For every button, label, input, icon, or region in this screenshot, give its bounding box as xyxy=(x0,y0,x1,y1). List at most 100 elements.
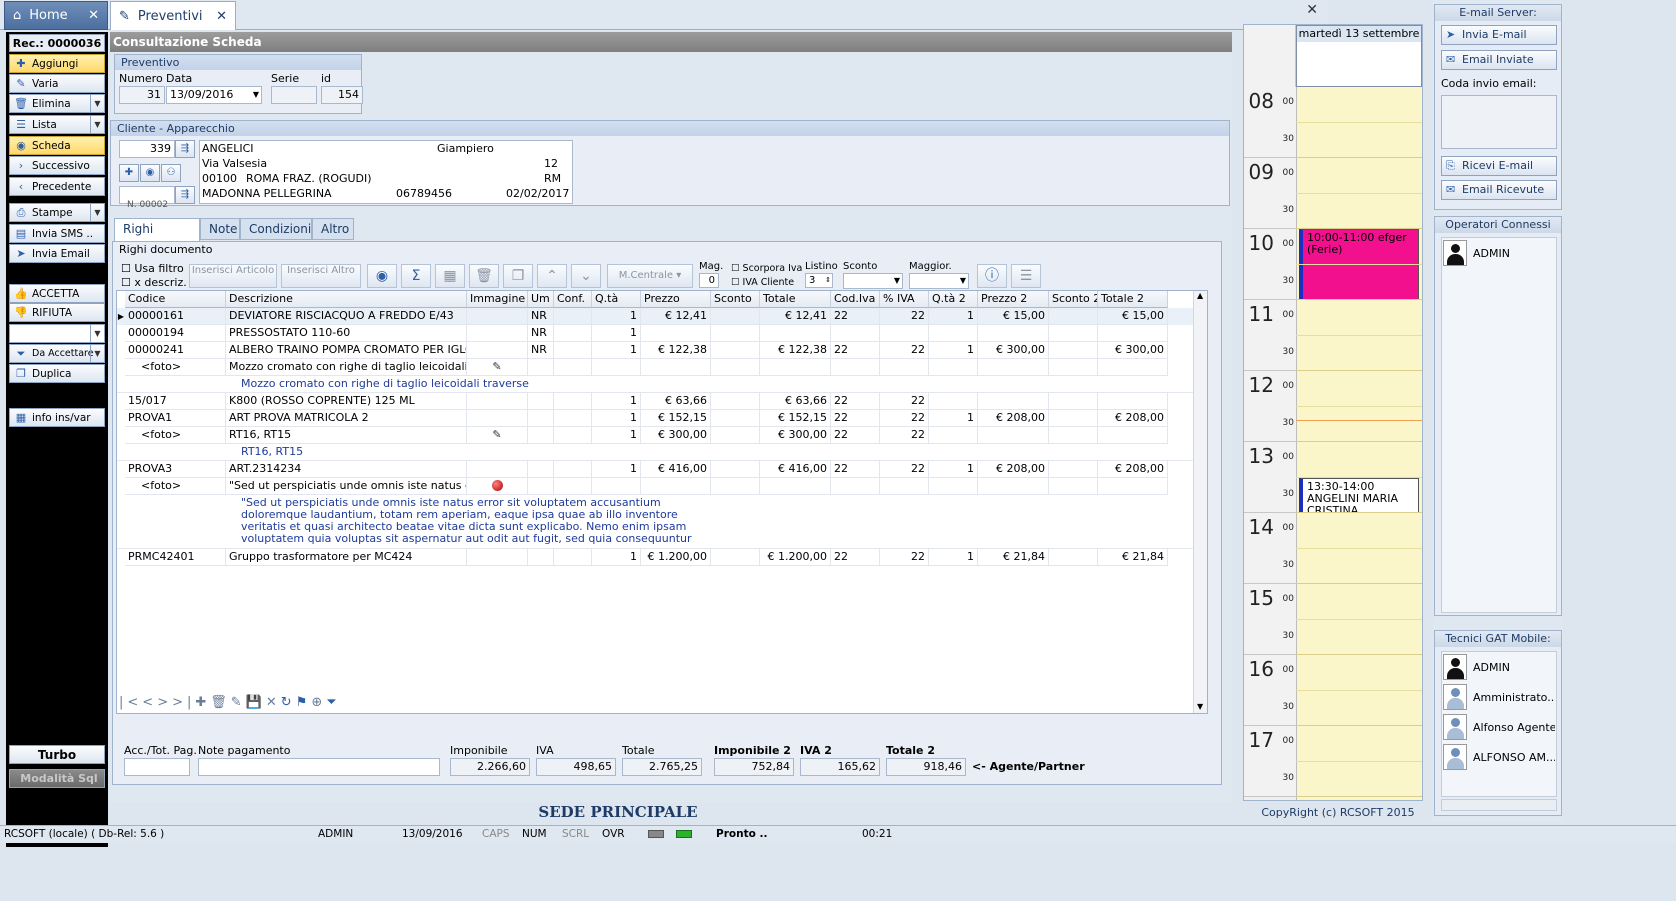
target-icon[interactable]: ⊕ xyxy=(311,695,326,710)
arrow-down-icon[interactable]: ⌄ xyxy=(571,264,601,288)
column-header-piva[interactable]: % IVA xyxy=(880,291,929,308)
tab-home[interactable]: ⌂ Home ✕ xyxy=(4,1,108,30)
bookmark-icon[interactable]: ⚑ xyxy=(296,695,312,710)
column-header-totale2[interactable]: Totale 2 xyxy=(1098,291,1168,308)
scroll-down-icon[interactable]: ▼ xyxy=(1197,702,1203,711)
column-header-um[interactable]: Um xyxy=(528,291,554,308)
grid-icon[interactable]: ▦ xyxy=(435,264,465,288)
last-record-icon[interactable]: >| xyxy=(172,695,195,710)
duplica-button[interactable]: ❐ Duplica xyxy=(9,364,105,383)
scheda-button[interactable]: ◉ Scheda xyxy=(9,136,105,155)
column-header-qta[interactable]: Q.tà xyxy=(592,291,641,308)
table-row[interactable]: 00000194 PRESSOSTATO 110-60 NR 1 xyxy=(117,325,1193,342)
table-row[interactable]: 00000241 ALBERO TRAINO POMPA CROMATO PER … xyxy=(117,342,1193,359)
chevron-down-icon[interactable]: ▼ xyxy=(90,325,104,342)
note-pagamento-field[interactable] xyxy=(198,758,440,776)
m-centrale-button[interactable]: M.Centrale ▾ xyxy=(607,264,693,288)
refresh-icon[interactable]: ↻ xyxy=(281,695,296,710)
x-descriz-checkbox[interactable]: ☐ x descriz. xyxy=(121,276,187,289)
column-header-sconto2[interactable]: Sconto 2 xyxy=(1049,291,1098,308)
stampe-button[interactable]: ⎙ Stampe ▼ xyxy=(9,203,105,222)
numero-field[interactable]: 31 xyxy=(119,86,165,104)
chevron-down-icon[interactable]: ▼ xyxy=(90,95,104,112)
help-icon[interactable]: ⓘ xyxy=(977,264,1007,288)
menu-icon[interactable]: ☰ xyxy=(1011,264,1041,288)
inserisci-articolo-button[interactable]: Inserisci Articolo xyxy=(189,264,277,288)
next-record-icon[interactable]: > xyxy=(157,695,172,710)
precedente-button[interactable]: ‹ Precedente xyxy=(9,177,105,196)
chevron-down-icon[interactable]: ▼ xyxy=(90,345,104,362)
sum-icon[interactable]: Σ xyxy=(401,264,431,288)
invia-sms-button[interactable]: ▤ Invia SMS .. xyxy=(9,224,105,243)
varia-button[interactable]: ✎ Varia xyxy=(9,74,105,93)
elimina-button[interactable]: 🗑 Elimina ▼ xyxy=(9,94,105,113)
column-header-qta2[interactable]: Q.tà 2 xyxy=(929,291,978,308)
usa-filtro-checkbox[interactable]: ☐ Usa filtro xyxy=(121,262,184,275)
search-apparecchio-icon[interactable]: ⇶ xyxy=(175,186,195,204)
turbo-button[interactable]: Turbo xyxy=(9,745,105,764)
cliente-code-field[interactable]: 339 xyxy=(119,140,175,158)
mag-field[interactable]: 0 xyxy=(699,273,719,288)
user-icon[interactable]: ⚇ xyxy=(161,164,181,182)
operatore-item[interactable]: ADMIN xyxy=(1443,239,1555,267)
chevron-down-icon[interactable]: ▼ xyxy=(90,116,104,133)
delete-icon[interactable]: 🗑 xyxy=(210,695,231,710)
first-record-icon[interactable]: |< xyxy=(119,695,142,710)
accetta-button[interactable]: 👍 ACCETTA xyxy=(9,284,105,303)
table-row[interactable]: PRMC42401 Gruppo trasformatore per MC424 1… xyxy=(117,549,1193,566)
tecnico-item[interactable]: Alfonso Agente xyxy=(1443,713,1555,741)
invia-email-button[interactable]: ➤ Invia Email xyxy=(9,244,105,263)
column-header-prezzo[interactable]: Prezzo xyxy=(641,291,711,308)
table-row[interactable]: <foto> RT16, RT15 ✎ 1 € 300,00 € 300,00 22 22 xyxy=(117,427,1193,444)
table-row[interactable]: PROVA1 ART PROVA MATRICOLA 2 1 € 152,15 € 15… xyxy=(117,410,1193,427)
tecnico-item[interactable]: ALFONSO AM... xyxy=(1443,743,1555,771)
tab-altro[interactable]: Altro xyxy=(312,218,354,240)
ricevi-email-button[interactable]: ⎘ Ricevi E-mail xyxy=(1441,156,1557,176)
column-header-immagine[interactable]: Immagine xyxy=(467,291,528,308)
rifiuta-button[interactable]: 👎 RIFIUTA xyxy=(9,303,105,322)
data-field[interactable]: 13/09/2016 ▼ xyxy=(166,86,262,104)
filter-icon[interactable]: ⏷ xyxy=(326,695,340,710)
aggiungi-button[interactable]: ✚ Aggiungi xyxy=(9,54,105,73)
email-ricevute-button[interactable]: ✉ Email Ricevute xyxy=(1441,180,1557,200)
cancel-icon[interactable]: ✕ xyxy=(266,695,281,710)
column-header-totale[interactable]: Totale xyxy=(760,291,831,308)
chevron-down-icon[interactable]: ▼ xyxy=(90,204,104,221)
spinner-icon[interactable]: ⇕ xyxy=(825,274,831,287)
column-header-codiva[interactable]: Cod.Iva xyxy=(831,291,880,308)
column-header-descrizione[interactable]: Descrizione xyxy=(226,291,467,308)
email-inviate-button[interactable]: ✉ Email Inviate xyxy=(1441,50,1557,70)
tab-preventivi[interactable]: ✎ Preventivi ✕ xyxy=(110,1,236,30)
chevron-down-icon[interactable]: ▼ xyxy=(253,87,259,103)
trash-icon[interactable]: 🗑 xyxy=(469,264,499,288)
table-row[interactable]: ▶ 00000161 DEVIATORE RISCIACQUO A FREDDO E… xyxy=(117,308,1193,325)
table-row[interactable]: <foto> "Sed ut perspiciatis unde omnis is… xyxy=(117,478,1193,495)
calendar-event[interactable]: 13:30-14:00 ANGELINI MARIA CRISTINA xyxy=(1299,478,1419,513)
tab-righi-articoli[interactable]: Righi Articoli xyxy=(114,218,200,256)
tecnico-item[interactable]: ADMIN xyxy=(1443,653,1555,681)
table-row[interactable]: <foto> Mozzo cromato con righe di taglio … xyxy=(117,359,1193,376)
chevron-down-icon[interactable]: ▼ xyxy=(894,274,900,288)
inserisci-altro-button[interactable]: Inserisci Altro xyxy=(281,264,361,288)
horizontal-scrollbar[interactable] xyxy=(1441,799,1557,811)
modalita-sql-button[interactable]: Modalità Sql xyxy=(9,769,105,788)
sconto-field[interactable]: ▼ xyxy=(843,273,903,289)
listino-field[interactable]: 3 ⇕ xyxy=(805,273,833,288)
scorpora-iva-checkbox[interactable]: ☐ Scorpora Iva xyxy=(731,263,802,274)
prev-record-icon[interactable]: < xyxy=(142,695,157,710)
column-header-sconto[interactable]: Sconto xyxy=(711,291,760,308)
filter-select[interactable]: ▼ xyxy=(9,324,105,343)
id-field[interactable]: 154 xyxy=(321,86,363,104)
chevron-down-icon[interactable]: ▼ xyxy=(960,274,966,288)
acc-tot-field[interactable] xyxy=(124,758,190,776)
column-header-codice[interactable]: Codice xyxy=(125,291,226,308)
arrow-up-icon[interactable]: ⌃ xyxy=(537,264,567,288)
save-icon[interactable]: 💾 xyxy=(246,695,266,710)
close-icon[interactable]: ✕ xyxy=(216,9,227,24)
info-button[interactable]: ▦ info ins/var xyxy=(9,408,105,427)
tecnico-item[interactable]: Amministrato... xyxy=(1443,683,1555,711)
tab-note[interactable]: Note xyxy=(200,218,240,240)
scroll-up-icon[interactable]: ▲ xyxy=(1197,291,1203,300)
serie-field[interactable] xyxy=(271,86,317,104)
eye-icon[interactable]: ◉ xyxy=(140,164,160,182)
